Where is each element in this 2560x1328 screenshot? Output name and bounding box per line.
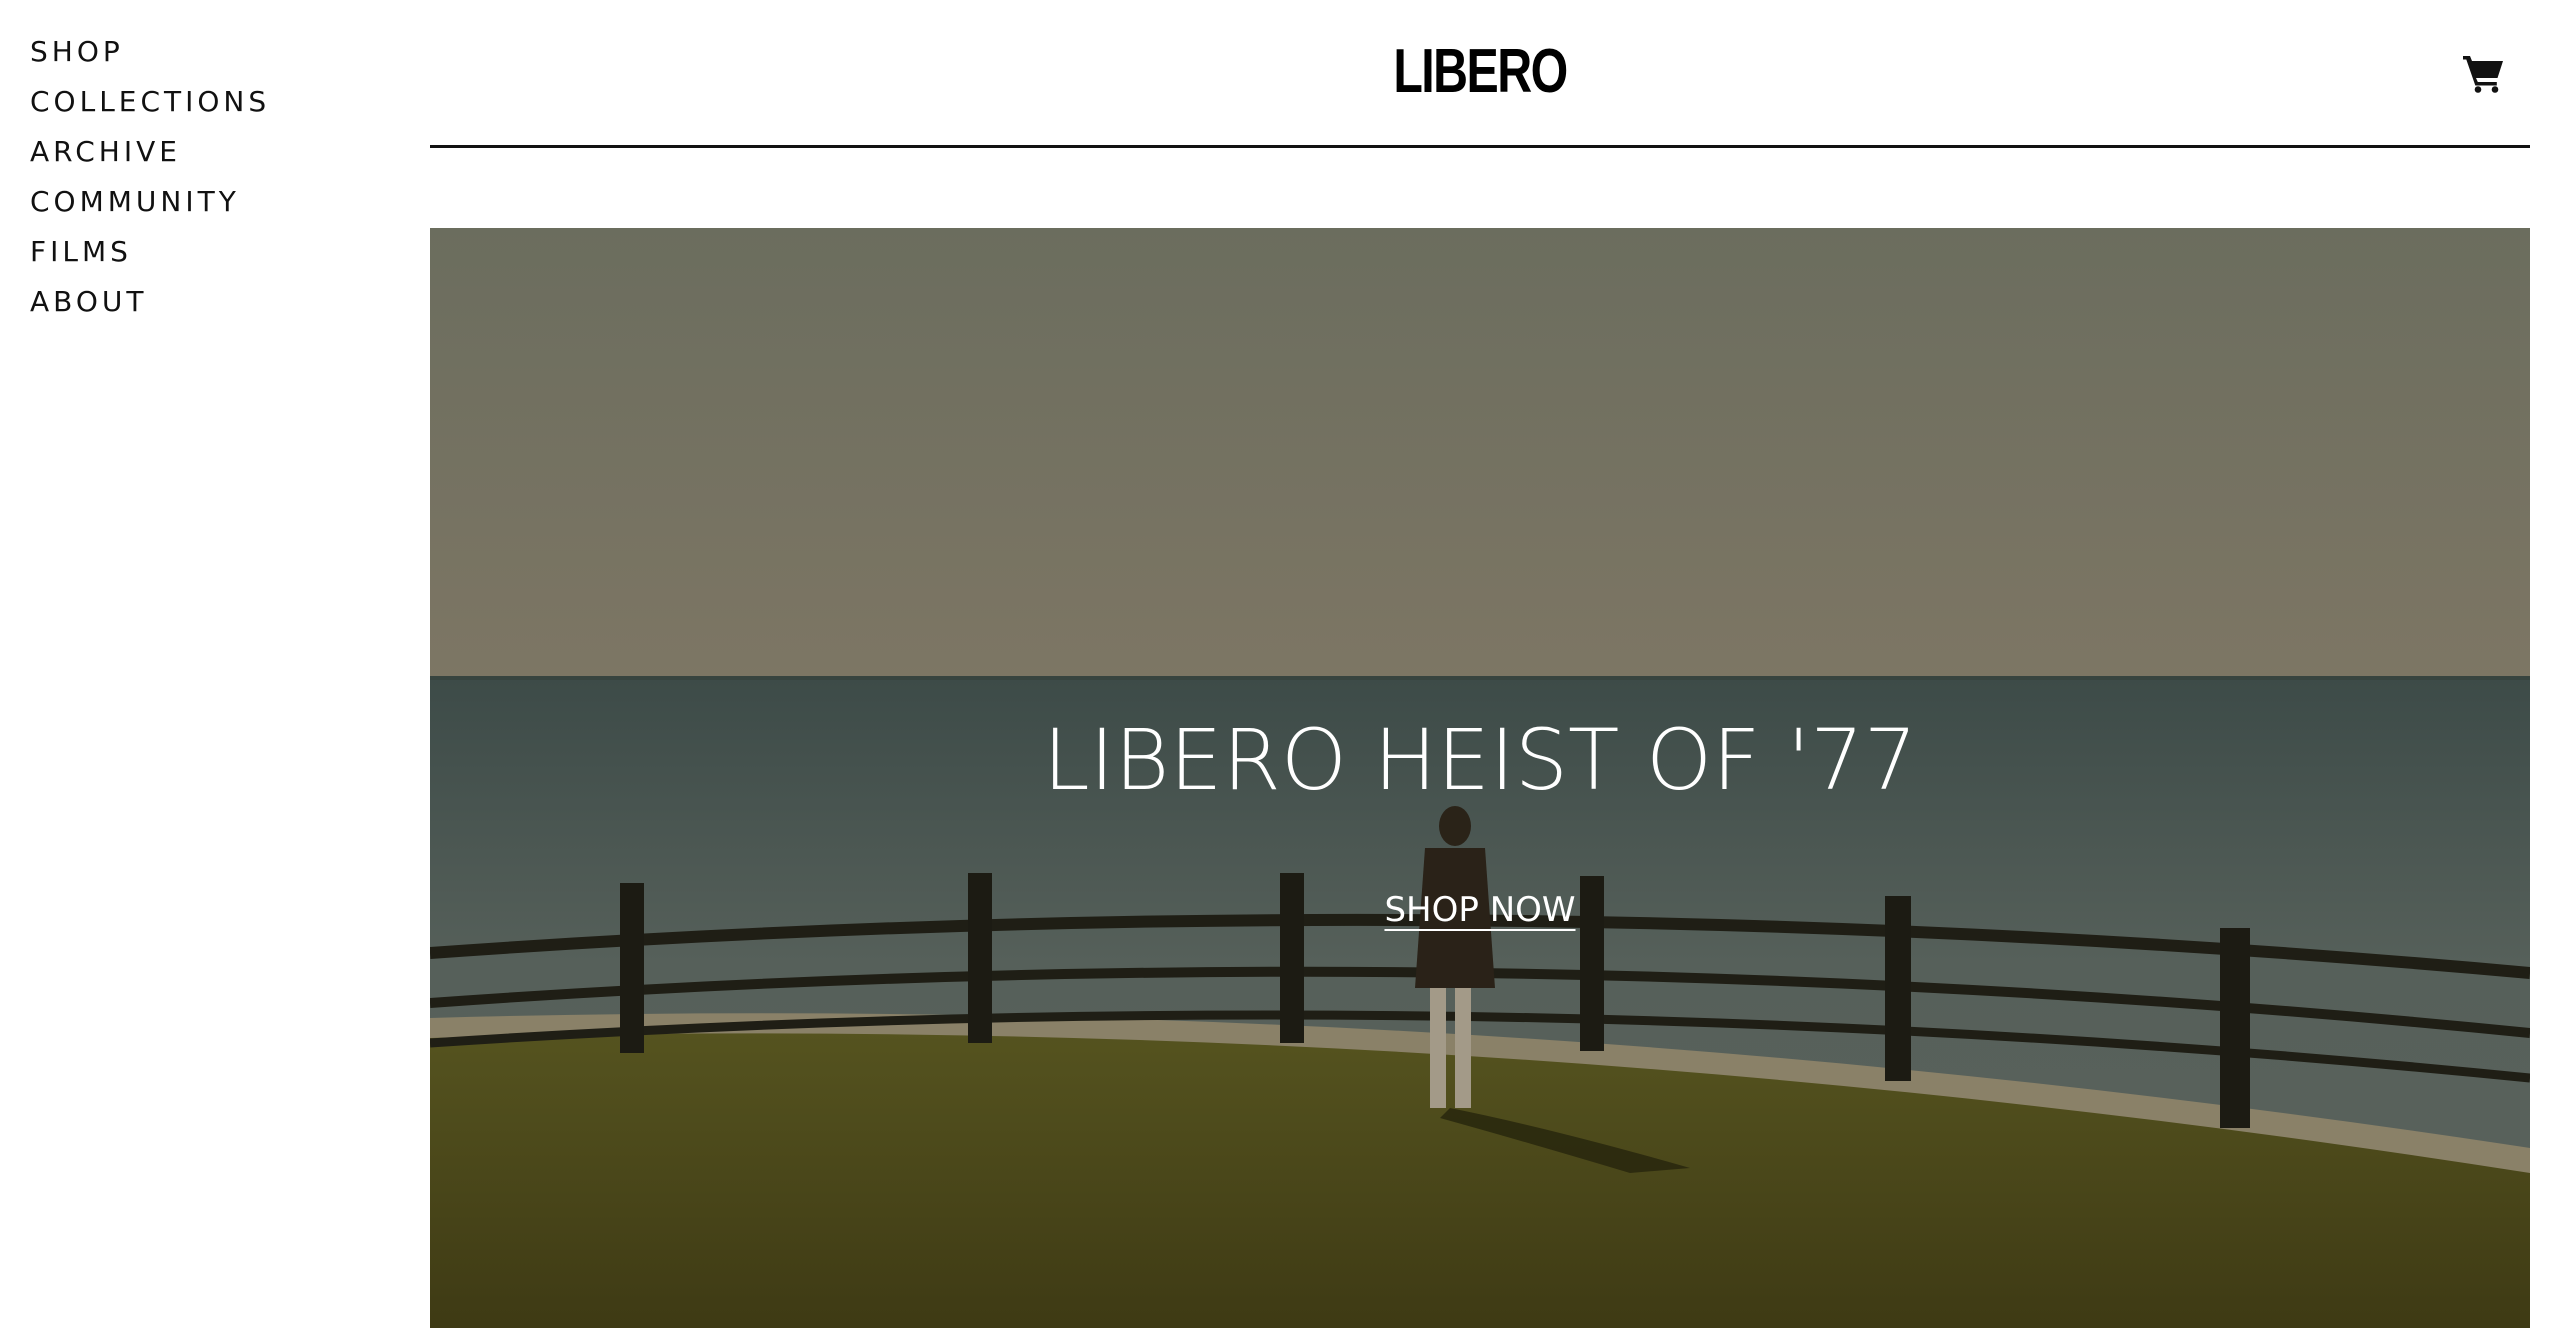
- nav-item-collections[interactable]: COLLECTIONS: [30, 82, 390, 132]
- page: SHOP COLLECTIONS ARCHIVE COMMUNITY FILMS…: [0, 0, 2560, 1328]
- brand-logo[interactable]: LIBERO: [1386, 36, 1573, 108]
- shop-now-link[interactable]: SHOP NOW: [1380, 888, 1580, 932]
- nav-item-films[interactable]: FILMS: [30, 232, 390, 282]
- nav-item-shop[interactable]: SHOP: [30, 32, 390, 82]
- shopping-cart-icon-graphic: [2463, 56, 2503, 93]
- nav-list: SHOP COLLECTIONS ARCHIVE COMMUNITY FILMS…: [30, 32, 390, 332]
- hero-title: LIBERO HEIST OF '77: [1042, 711, 1918, 809]
- shopping-cart-icon[interactable]: [2462, 54, 2504, 94]
- sidebar-nav: SHOP COLLECTIONS ARCHIVE COMMUNITY FILMS…: [30, 32, 390, 332]
- nav-item-archive[interactable]: ARCHIVE: [30, 132, 390, 182]
- hero-banner[interactable]: LIBERO HEIST OF '77 SHOP NOW: [430, 228, 2530, 1328]
- nav-item-community[interactable]: COMMUNITY: [30, 182, 390, 232]
- header-divider: [430, 145, 2530, 148]
- nav-item-about[interactable]: ABOUT: [30, 282, 390, 332]
